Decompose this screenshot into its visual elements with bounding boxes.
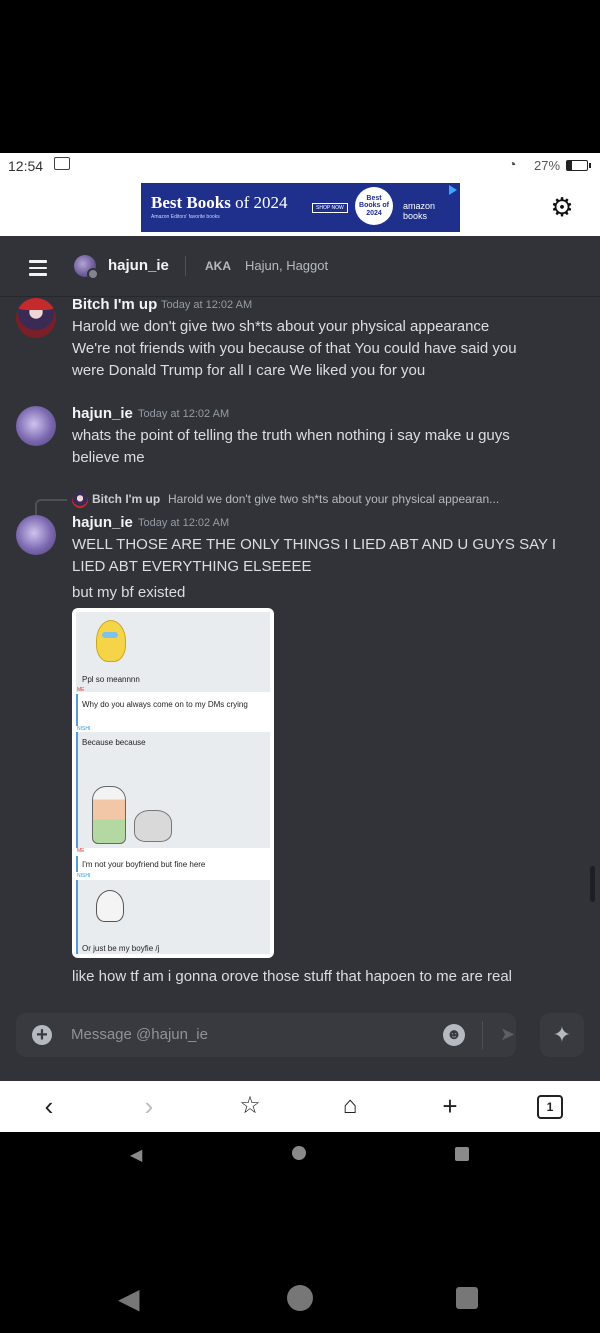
crying-sticker-tears-icon — [102, 632, 118, 638]
bookmark-star-icon[interactable]: ☆ — [230, 1089, 270, 1123]
message-line: LIED ABT EVERYTHING ELSEEEE — [72, 558, 312, 575]
ad-tagline: Amazon Editors' favorite books — [151, 214, 220, 220]
battery-icon — [566, 160, 591, 171]
reply-bar — [76, 856, 78, 872]
battery-level — [567, 161, 573, 170]
message-line: WELL THOSE ARE THE ONLY THINGS I LIED AB… — [72, 536, 557, 553]
dm-chat-app: hajun_ie AKA Hajun, Haggot Bitch I'm up … — [0, 236, 600, 1081]
header-avatar[interactable] — [74, 255, 99, 280]
message-composer[interactable]: + Message @hajun_ie ☻ ➤ — [16, 1013, 516, 1057]
chat-sender-label: ME — [77, 687, 85, 693]
new-tab-icon[interactable]: + — [430, 1089, 470, 1123]
reply-author[interactable]: Bitch I'm up — [92, 492, 160, 506]
wifi-icon: ◔ — [508, 156, 517, 172]
message-line: were Donald Trump for all I care We like… — [72, 362, 426, 379]
chat-sender-label: ME — [77, 848, 85, 854]
chat-line: Ppl so meannnn — [82, 675, 140, 684]
ad-choices-icon[interactable] — [449, 185, 457, 195]
composer-divider — [482, 1021, 483, 1049]
ad-brand: amazon books — [403, 201, 436, 221]
avatar[interactable] — [16, 515, 56, 555]
ghost-sticker-icon — [96, 890, 124, 922]
back-icon[interactable]: ‹ — [29, 1089, 69, 1123]
nav-recents-icon[interactable] — [455, 1147, 469, 1161]
nav-back-icon[interactable]: ◀ — [130, 1145, 142, 1165]
reply-bar — [76, 880, 78, 954]
message-line: We're not friends with you because of th… — [72, 340, 517, 357]
message-author[interactable]: hajun_ie — [72, 405, 133, 422]
ad-shop-now-button[interactable]: SHOP NOW — [312, 203, 348, 213]
chat-line: Why do you always come on to my DMs cryi… — [82, 700, 248, 709]
header-username[interactable]: hajun_ie — [108, 257, 169, 274]
browser-toolbar: ‹ › ☆ ⌂ + 1 — [0, 1081, 600, 1132]
message-line: like how tf am i gonna orove those stuff… — [72, 968, 512, 985]
aka-label: AKA — [205, 259, 231, 273]
status-bar: 12:54 ◔ 27% — [0, 153, 600, 180]
chat-line: Or just be my boyfie /j — [82, 944, 160, 953]
home-icon[interactable]: ⌂ — [330, 1089, 370, 1123]
status-time: 12:54 — [8, 158, 44, 174]
bitmoji-sticker-icon — [92, 786, 126, 844]
cat-sticker-icon — [134, 810, 172, 842]
send-icon[interactable]: ➤ — [500, 1024, 515, 1045]
ad-strip: Best Books of 2024 Amazon Editors' favor… — [0, 180, 600, 236]
battery-percent: 27% — [534, 158, 561, 173]
dm-header: hajun_ie AKA Hajun, Haggot — [0, 236, 600, 297]
add-attachment-button[interactable]: + — [32, 1025, 52, 1045]
scrollbar[interactable] — [590, 866, 595, 902]
message-author[interactable]: Bitch I'm up — [72, 296, 157, 313]
header-divider — [185, 256, 186, 276]
message-timestamp: Today at 12:02 AM — [138, 517, 230, 529]
message-line: whats the point of telling the truth whe… — [72, 427, 510, 444]
tab-count-button[interactable]: 1 — [537, 1095, 563, 1119]
message-line: believe me — [72, 449, 145, 466]
ad-headline: Best Books of 2024 — [151, 193, 288, 212]
image-attachment[interactable]: Ppl so meannnn ME Why do you always come… — [72, 608, 274, 958]
message-timestamp: Today at 12:02 AM — [138, 408, 230, 420]
settings-gear-icon[interactable]: ⚙ — [549, 194, 575, 220]
reply-connector — [35, 499, 67, 515]
message-input[interactable]: Message @hajun_ie — [71, 1026, 208, 1043]
aka-aliases: Hajun, Haggot — [245, 258, 329, 273]
nav-home-icon[interactable] — [287, 1285, 313, 1311]
ad-banner[interactable]: Best Books of 2024 Amazon Editors' favor… — [141, 183, 460, 232]
message-author[interactable]: hajun_ie — [72, 514, 133, 531]
menu-icon[interactable] — [29, 260, 47, 280]
chat-sender-label: NISHI — [77, 873, 91, 879]
nav-back-icon[interactable]: ◀ — [118, 1282, 140, 1315]
crying-sticker-icon — [96, 620, 126, 662]
reply-avatar — [72, 492, 88, 508]
forward-icon[interactable]: › — [129, 1089, 169, 1123]
screen-cast-icon — [54, 157, 70, 170]
reply-preview[interactable]: Harold we don't give two sh*ts about you… — [168, 492, 499, 506]
chat-line: Because because — [82, 738, 146, 747]
avatar[interactable] — [16, 406, 56, 446]
emoji-icon[interactable]: ☻ — [443, 1024, 465, 1046]
reply-bar — [76, 694, 78, 726]
reply-bar — [76, 732, 78, 848]
message-line: but my bf existed — [72, 584, 186, 601]
apps-icon[interactable]: ✦ — [540, 1013, 584, 1057]
message-line: Harold we don't give two sh*ts about you… — [72, 318, 490, 335]
nav-recents-icon[interactable] — [456, 1287, 478, 1309]
message-timestamp: Today at 12:02 AM — [161, 299, 253, 311]
status-dot — [87, 268, 99, 280]
chat-line: I'm not your boyfriend but fine here — [82, 860, 206, 869]
nav-home-icon[interactable] — [292, 1146, 306, 1160]
avatar[interactable] — [16, 298, 56, 338]
ad-badge: Best Books of 2024 — [355, 187, 393, 225]
